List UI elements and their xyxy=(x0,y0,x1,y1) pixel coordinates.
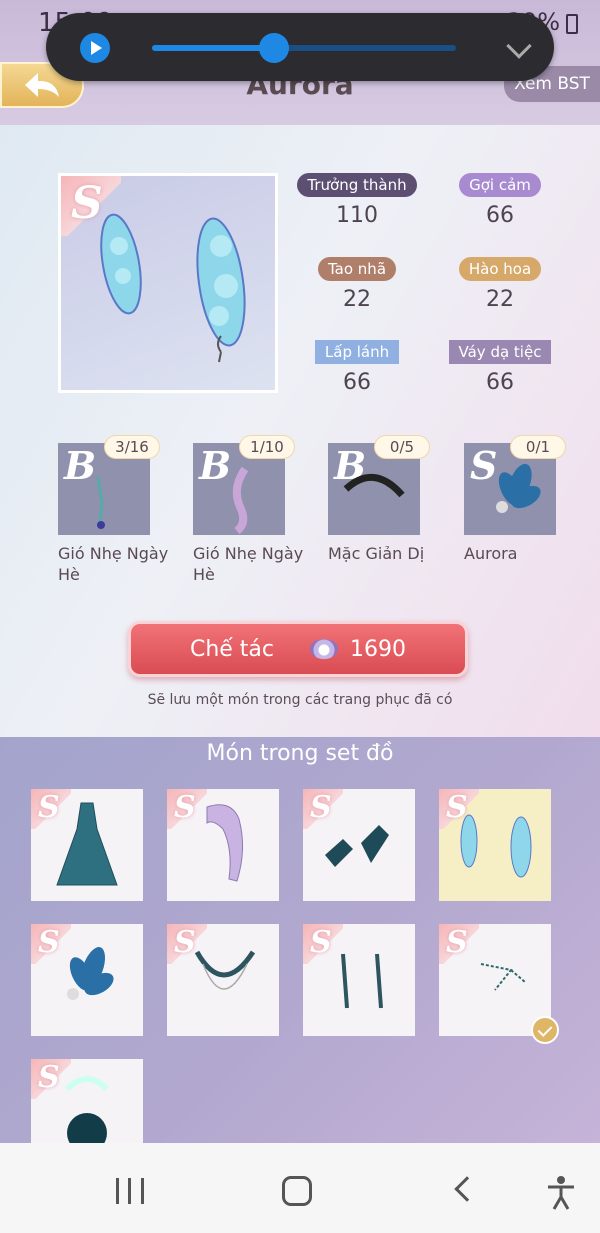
stat-label: Váy dạ tiệc xyxy=(448,340,552,364)
material-slot[interactable]: B 1/10 Gió Nhẹ Ngày Hè xyxy=(193,435,313,585)
material-slot[interactable]: S 0/1 Aurora xyxy=(464,435,584,564)
material-image: B 0/5 xyxy=(328,435,430,535)
craft-label: Chế tác xyxy=(189,636,275,662)
recents-icon[interactable] xyxy=(116,1178,144,1204)
chevron-down-icon[interactable] xyxy=(506,33,532,59)
seek-bar-fill xyxy=(152,45,274,51)
pearl-icon xyxy=(310,639,339,659)
stat-maturity: Trưởng thành 110 xyxy=(297,173,417,228)
set-item[interactable]: S xyxy=(439,789,551,901)
material-name: Mặc Giản Dị xyxy=(328,544,425,563)
check-icon xyxy=(531,1016,559,1044)
headband-icon xyxy=(343,473,405,498)
set-item[interactable]: S xyxy=(439,924,559,1044)
craft-cost: 1690 xyxy=(350,636,407,662)
flower-hairpin-icon xyxy=(496,463,541,513)
stat-value: 110 xyxy=(336,203,378,228)
set-item[interactable]: S xyxy=(31,924,143,1036)
set-item[interactable]: S xyxy=(303,789,415,901)
stat-party-dress: Váy dạ tiệc 66 xyxy=(440,340,560,395)
craft-note: Sẽ lưu một món trong các trang phục đã c… xyxy=(147,692,453,708)
set-item[interactable]: S xyxy=(31,789,143,901)
stat-gorgeous: Hào hoa 22 xyxy=(440,257,560,312)
material-image: S 0/1 xyxy=(464,435,566,535)
item-preview: S xyxy=(58,173,278,393)
stat-label: Hào hoa xyxy=(458,257,542,281)
seek-bar[interactable] xyxy=(152,33,456,63)
material-name: Aurora xyxy=(464,544,518,563)
set-item[interactable]: S xyxy=(31,1059,143,1143)
set-item[interactable]: S xyxy=(167,789,279,901)
feather-earrings-icon xyxy=(100,213,246,363)
stat-value: 66 xyxy=(486,203,514,228)
braid-icon xyxy=(232,466,249,535)
stat-sexy: Gợi cảm 66 xyxy=(440,173,560,228)
stat-value: 22 xyxy=(343,287,371,312)
set-item[interactable]: S xyxy=(303,924,415,1036)
stat-label: Tao nhã xyxy=(317,257,397,281)
stat-label: Gợi cảm xyxy=(459,173,541,197)
craft-button[interactable]: Chế tác 1690 xyxy=(128,621,468,677)
earring-icon xyxy=(96,476,105,529)
material-slot[interactable]: B 0/5 Mặc Giản Dị xyxy=(328,435,448,564)
material-name: Gió Nhẹ Ngày Hè xyxy=(58,544,169,584)
set-item[interactable]: S xyxy=(167,924,279,1036)
home-icon[interactable] xyxy=(282,1176,312,1206)
back-icon[interactable] xyxy=(454,1176,480,1202)
material-image: B 3/16 xyxy=(58,435,160,535)
stat-value: 66 xyxy=(343,370,371,395)
battery-icon xyxy=(566,14,578,34)
seek-bar-knob[interactable] xyxy=(258,33,289,63)
accessibility-icon[interactable] xyxy=(546,1175,576,1211)
set-title: Món trong set đồ xyxy=(206,741,394,766)
stat-sparkle: Lấp lánh 66 xyxy=(297,340,417,395)
material-image: B 1/10 xyxy=(193,435,295,535)
stat-label: Lấp lánh xyxy=(314,340,400,364)
stat-value: 22 xyxy=(486,287,514,312)
system-nav-bar xyxy=(0,1143,600,1233)
media-player xyxy=(46,13,554,81)
stat-elegant: Tao nhã 22 xyxy=(297,257,417,312)
material-slot[interactable]: B 3/16 Gió Nhẹ Ngày Hè xyxy=(58,435,178,585)
stat-label: Trưởng thành xyxy=(297,173,417,197)
stat-value: 66 xyxy=(486,370,514,395)
material-name: Gió Nhẹ Ngày Hè xyxy=(193,544,304,584)
play-icon[interactable] xyxy=(80,33,110,63)
item-detail-panel: S Trưởng thành 110 Gợi cảm 66 Tao nhã 22… xyxy=(0,125,600,737)
set-panel: Món trong set đồ SSSSSSSSS xyxy=(0,737,600,1143)
